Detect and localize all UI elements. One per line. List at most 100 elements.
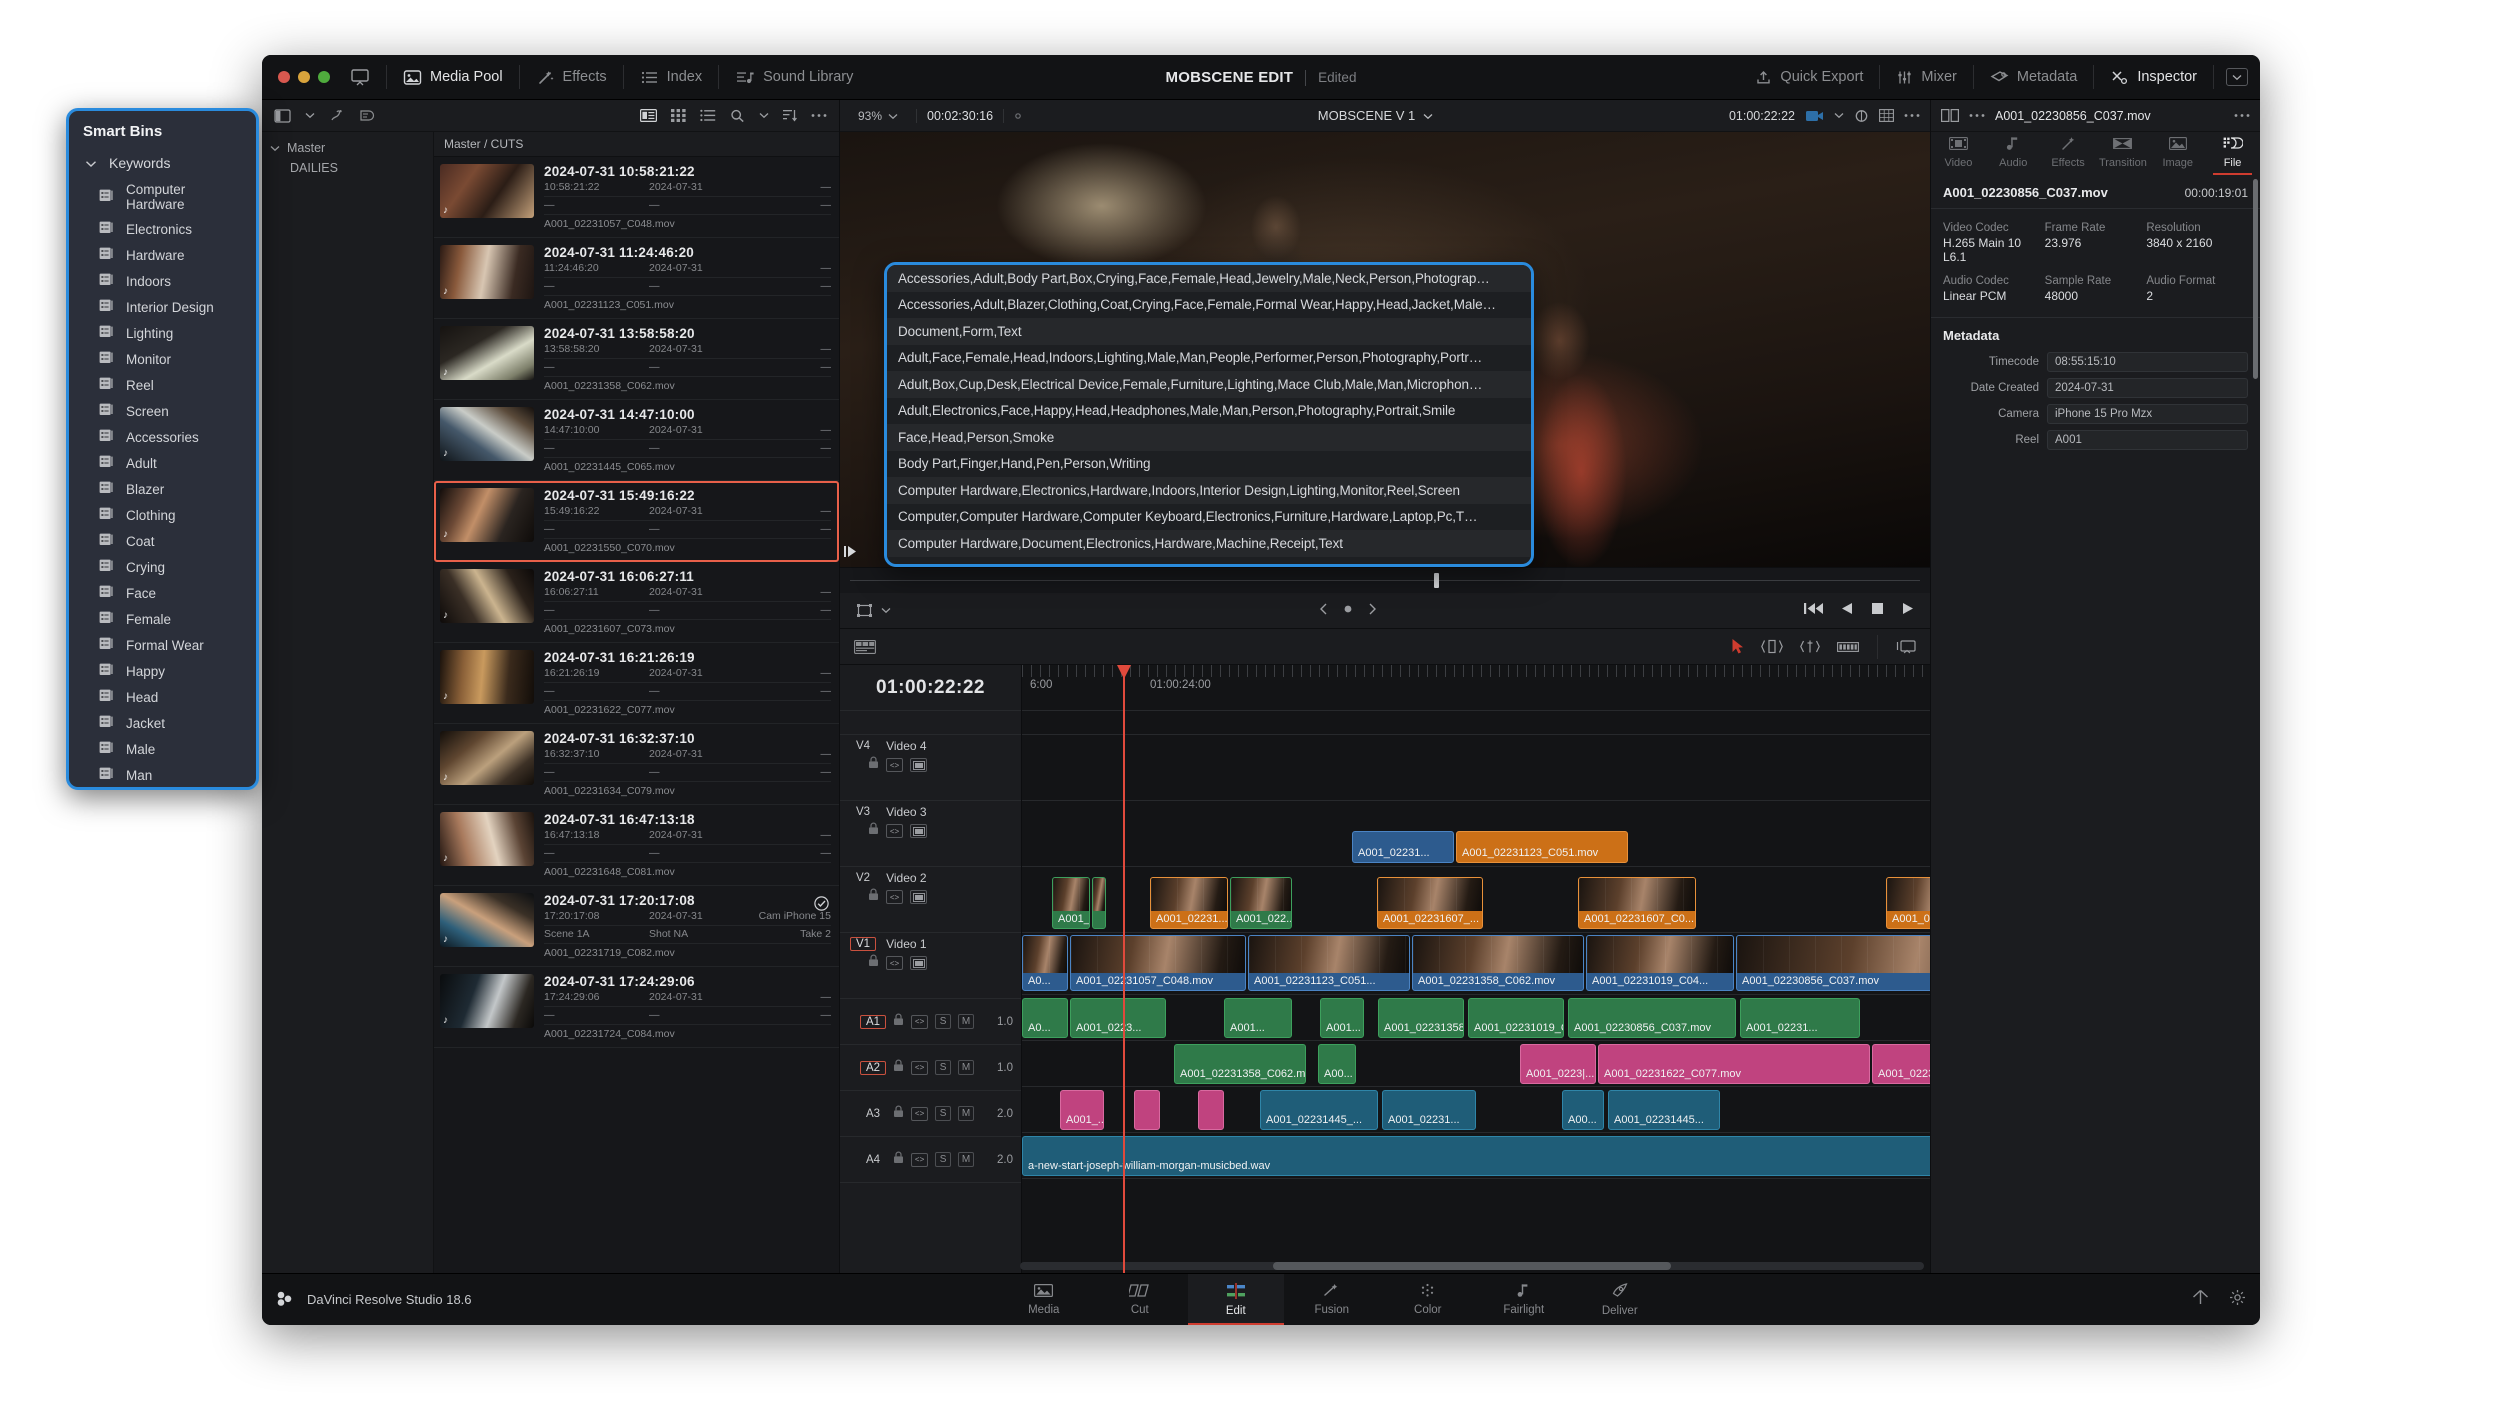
- stop-icon[interactable]: [1871, 602, 1884, 620]
- jump-to-start-icon[interactable]: [1804, 602, 1823, 620]
- selection-arrow-icon[interactable]: [1731, 638, 1745, 655]
- timeline-clip[interactable]: A001_02231...: [1352, 831, 1454, 863]
- clip-thumbnail[interactable]: ♪: [440, 326, 534, 380]
- metadata-button[interactable]: Metadata: [1976, 55, 2091, 100]
- viewer-zoom-control[interactable]: 93%: [850, 109, 906, 123]
- solo-button[interactable]: S: [935, 1152, 952, 1167]
- smart-bin-item[interactable]: Head: [79, 684, 246, 710]
- fullscreen-toggle-button[interactable]: [330, 55, 384, 100]
- timeline-clip[interactable]: A001_02230856_C037.mov: [1568, 998, 1736, 1038]
- track-header-a2[interactable]: A2 <> S M 1.0: [840, 1045, 1021, 1091]
- timeline-clip[interactable]: A001...: [1224, 998, 1292, 1038]
- bin-item-master[interactable]: Master: [262, 138, 433, 158]
- timeline-track-a3[interactable]: A001_... A001_02231445_... A001_02231... A0…: [1022, 1087, 1930, 1133]
- smart-bin-item[interactable]: Electronics: [79, 216, 246, 242]
- auto-select-icon[interactable]: <>: [886, 824, 903, 838]
- timeline-clip[interactable]: A001_02231622_C077.mov: [1598, 1044, 1870, 1084]
- timeline-clip[interactable]: A001_02231...: [1886, 877, 1930, 929]
- smart-bin-item[interactable]: Blazer: [79, 476, 246, 502]
- clip-list-item[interactable]: ♪ 2024-07-31 16:47:13:18 16:47:13:18 2024-0…: [434, 805, 839, 886]
- marker-icon[interactable]: [1854, 109, 1869, 123]
- timeline-playhead[interactable]: [1116, 665, 1132, 1273]
- smart-bin-item[interactable]: Screen: [79, 398, 246, 424]
- track-enable-badge[interactable]: V4: [850, 739, 876, 753]
- timeline-clip[interactable]: A001...: [1320, 998, 1364, 1038]
- smart-bin-item[interactable]: Interior Design: [79, 294, 246, 320]
- lock-icon[interactable]: [893, 1151, 904, 1169]
- solo-button[interactable]: S: [935, 1014, 952, 1029]
- auto-select-icon[interactable]: <>: [911, 1106, 929, 1121]
- track-header-a1[interactable]: A1 <> S M 1.0: [840, 999, 1021, 1045]
- track-header-a4[interactable]: A4 <> S M 2.0: [840, 1137, 1021, 1183]
- timeline-clip[interactable]: A001_02231123_C051.mov: [1456, 831, 1628, 863]
- timeline-name-dropdown[interactable]: MOBSCENE V 1: [1032, 108, 1719, 123]
- timeline-track-a2[interactable]: A001_02231358_C062.mov A00... A001_0223|..…: [1022, 1041, 1930, 1087]
- timeline-clip[interactable]: A0...: [1022, 998, 1068, 1038]
- track-enable-badge[interactable]: A4: [860, 1153, 886, 1167]
- snapping-toggle-icon[interactable]: [1896, 639, 1916, 655]
- maximize-window-button[interactable]: [318, 71, 330, 83]
- clip-thumbnail[interactable]: ♪: [440, 974, 534, 1028]
- solo-button[interactable]: S: [935, 1106, 952, 1121]
- tab-media-pool[interactable]: Media Pool: [389, 55, 517, 100]
- inspector-button[interactable]: Inspector: [2096, 55, 2211, 100]
- more-options-icon[interactable]: [2234, 113, 2250, 118]
- metadata-list-view-icon[interactable]: [640, 109, 657, 122]
- track-enable-badge[interactable]: A3: [860, 1107, 886, 1121]
- tab-image[interactable]: Image: [2150, 136, 2205, 175]
- timeline-clip[interactable]: A00...: [1562, 1090, 1604, 1130]
- page-button-edit[interactable]: Edit: [1187, 1273, 1284, 1325]
- auto-select-icon[interactable]: <>: [911, 1060, 929, 1075]
- track-control-row[interactable]: <>: [850, 819, 1015, 840]
- transport-playback-group[interactable]: [1804, 602, 1914, 620]
- smart-bin-item[interactable]: Happy: [79, 658, 246, 684]
- smart-bin-item[interactable]: Computer Hardware: [79, 178, 246, 216]
- timeline-clip[interactable]: A001_02231...: [1740, 998, 1860, 1038]
- metadata-value-field[interactable]: 08:55:15:10: [2047, 352, 2248, 372]
- track-enable-badge[interactable]: A2: [860, 1060, 887, 1075]
- timeline-clip[interactable]: A0...: [1022, 935, 1068, 991]
- tab-effects[interactable]: Effects: [522, 55, 621, 100]
- lock-icon[interactable]: [868, 756, 879, 774]
- tab-effects[interactable]: Effects: [2041, 136, 2096, 175]
- lock-icon[interactable]: [893, 1059, 904, 1077]
- clip-thumbnail[interactable]: ♪: [440, 164, 534, 218]
- smart-bin-item[interactable]: Female: [79, 606, 246, 632]
- keyword-row[interactable]: Adult,Box,Cup,Desk,Electrical Device,Fem…: [887, 371, 1531, 398]
- close-window-button[interactable]: [278, 71, 290, 83]
- timeline-clip[interactable]: A00...: [1318, 1044, 1356, 1084]
- track-header-v4[interactable]: V4 Video 4 <>: [840, 735, 1021, 801]
- page-buttons[interactable]: Media Cut Edit Fusion Color Fairlight Deliver: [472, 1273, 2192, 1326]
- timeline-track-a4[interactable]: a-new-start-joseph-william-morgan-musicb…: [1022, 1133, 1930, 1179]
- smart-bin-item[interactable]: Formal Wear: [79, 632, 246, 658]
- add-marker-icon[interactable]: [1342, 602, 1354, 620]
- timeline-clip[interactable]: a-new-start-joseph-william-morgan-musicb…: [1022, 1136, 1930, 1176]
- split-view-icon[interactable]: [1941, 109, 1959, 122]
- clip-list-item[interactable]: ♪ 2024-07-31 14:47:10:00 14:47:10:00 2024-0…: [434, 400, 839, 481]
- page-button-media[interactable]: Media: [996, 1274, 1092, 1326]
- timeline-track-a1[interactable]: A0... A001_0223... A001... A001... A001_0223…: [1022, 995, 1930, 1041]
- mute-button[interactable]: M: [958, 1060, 975, 1075]
- keyword-row[interactable]: Document,Form,Text: [887, 318, 1531, 345]
- smart-bin-item[interactable]: Crying: [79, 554, 246, 580]
- keyword-row[interactable]: Computer Hardware,Electronics,Hardware,I…: [887, 477, 1531, 504]
- crop-transform-icon[interactable]: [856, 603, 873, 618]
- clip-list-item[interactable]: ♪ 2024-07-31 16:32:37:10 16:32:37:10 2024-0…: [434, 724, 839, 805]
- smart-bin-filter-icon[interactable]: [329, 108, 345, 123]
- metadata-value-field[interactable]: A001: [2047, 430, 2248, 450]
- auto-select-icon[interactable]: <>: [886, 890, 903, 904]
- track-control-row[interactable]: <>: [850, 753, 1015, 774]
- keyword-row[interactable]: Face,Head,Person,Smoke: [887, 424, 1531, 451]
- gear-icon[interactable]: [2229, 1289, 2246, 1311]
- auto-select-icon[interactable]: <>: [886, 956, 903, 970]
- clip-list-item[interactable]: ♪ 2024-07-31 16:21:26:19 16:21:26:19 2024-0…: [434, 643, 839, 724]
- timeline-clip[interactable]: A001_02231...: [1872, 1044, 1930, 1084]
- clip-list-item[interactable]: ♪ 2024-07-31 11:24:46:20 11:24:46:20 2024-0…: [434, 238, 839, 319]
- smart-bin-item[interactable]: Jacket: [79, 710, 246, 736]
- camera-icon[interactable]: [1805, 109, 1824, 123]
- timeline-clip[interactable]: A001_02231607_C0...: [1578, 877, 1696, 929]
- smart-bin-item[interactable]: Lighting: [79, 320, 246, 346]
- window-traffic-lights[interactable]: [262, 71, 330, 83]
- timeline-clip[interactable]: A001_02231019_C04...: [1468, 998, 1564, 1038]
- timeline-clip[interactable]: A001_02231123_C051...: [1248, 935, 1410, 991]
